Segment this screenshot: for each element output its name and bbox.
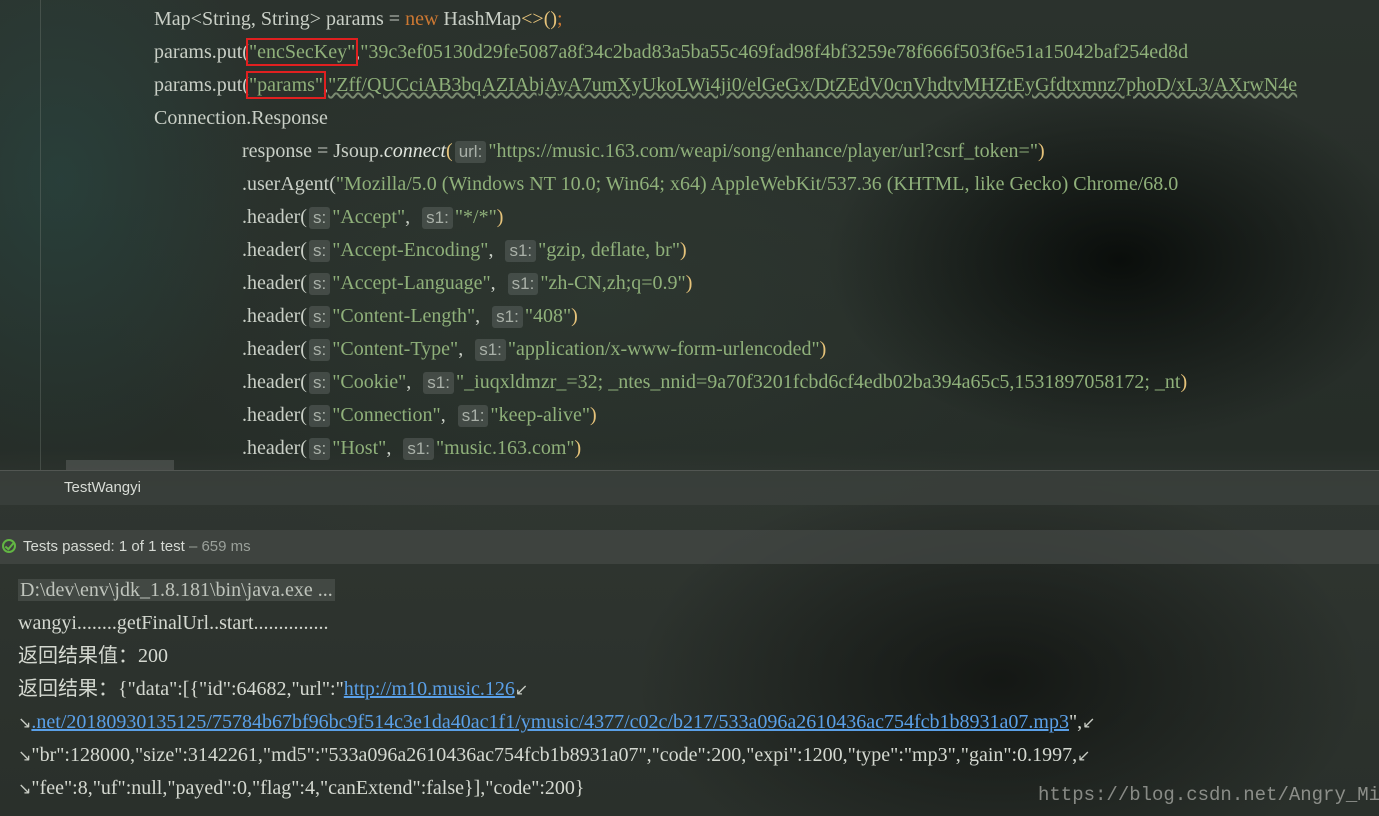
param-hint: s: (308, 372, 331, 394)
param-hint: s: (308, 405, 331, 427)
param-hint: s1: (422, 207, 453, 229)
tab-test-wangyi[interactable]: TestWangyi (64, 479, 141, 496)
result-url-link[interactable]: http://m10.music.126 (344, 678, 515, 700)
param-hint: s: (308, 438, 331, 460)
code-line-3: params.put("params","Zff/QUCciAB3bqAZIAb… (154, 71, 1298, 99)
soft-wrap-icon: ↙ (1077, 746, 1091, 765)
param-hint: s: (308, 339, 331, 361)
check-circle-icon (2, 539, 16, 553)
run-status-bar: Tests passed: 1 of 1 test – 659 ms (0, 530, 1379, 564)
header-call-line: .header(s: "Accept", s1: "*/*") (242, 206, 504, 229)
param-hint-url: url: (454, 141, 487, 163)
header-call-line: .header(s: "Host", s1: "music.163.com") (242, 437, 582, 460)
param-hint: s1: (507, 273, 539, 295)
soft-wrap-icon: ↘ (18, 746, 32, 765)
editor-tab-strip: TestWangyi (0, 470, 1379, 505)
gutter-divider (40, 0, 41, 470)
soft-wrap-icon: ↘ (18, 779, 32, 798)
param-hint: s1: (492, 306, 523, 328)
code-line-4: Connection.Response (154, 107, 328, 129)
header-call-line: .header(s: "Cookie", s1: "_iuqxldmzr_=32; … (242, 371, 1188, 394)
param-hint: s1: (423, 372, 454, 394)
soft-wrap-icon: ↙ (514, 680, 529, 699)
console-command-line: D:\dev\env\jdk_1.8.181\bin\java.exe ... (18, 579, 335, 601)
console-line: ↘"br":128000,"size":3142261,"md5":"533a0… (18, 744, 1091, 766)
param-hint: s: (308, 240, 331, 262)
code-line-5: response = Jsoup.connect(url: "https://mu… (242, 140, 1045, 163)
param-hint: s1: (475, 339, 506, 361)
console-output[interactable]: D:\dev\env\jdk_1.8.181\bin\java.exe ... … (0, 570, 1379, 816)
param-hint: s: (308, 273, 331, 295)
result-url-link-continued[interactable]: .net/20180930135125/75784b67bf96bc9f514c… (31, 711, 1069, 733)
header-call-line: .header(s: "Content-Type", s1: "applicatio… (242, 338, 827, 361)
param-hint: s: (308, 306, 331, 328)
header-call-line: .header(s: "Accept-Language", s1: "zh-CN,z… (242, 272, 693, 295)
console-line: 返回结果值：200 (18, 645, 168, 667)
console-line: wangyi........getFinalUrl..start........… (18, 612, 329, 634)
param-hint: s: (308, 207, 331, 229)
code-editor[interactable]: Map<String, String> params = new HashMap… (0, 0, 1379, 470)
console-line: ↘.net/20180930135125/75784b67bf96bc9f514… (18, 711, 1096, 733)
soft-wrap-icon: ↙ (1082, 713, 1096, 732)
code-line-6: .userAgent("Mozilla/5.0 (Windows NT 10.0… (242, 173, 1179, 195)
horizontal-scrollbar[interactable] (66, 460, 174, 470)
code-line-2: params.put("encSecKey","39c3ef05130d29fe… (154, 38, 1189, 66)
header-call-line: .header(s: "Content-Length", s1: "408") (242, 305, 578, 328)
params-highlight: "params" (245, 71, 327, 99)
console-line: ↘"fee":8,"uf":null,"payed":0,"flag":4,"c… (18, 777, 585, 799)
header-call-line: .header(s: "Accept-Encoding", s1: "gzip, d… (242, 239, 687, 262)
code-line-1: Map<String, String> params = new HashMap… (154, 8, 563, 30)
param-hint: s1: (505, 240, 537, 262)
test-status-text: Tests passed: 1 of 1 test – 659 ms (23, 538, 251, 555)
enc-sec-key-highlight: "encSecKey" (245, 38, 359, 66)
soft-wrap-icon: ↘ (18, 713, 32, 732)
header-call-line: .header(s: "Connection", s1: "keep-alive") (242, 404, 597, 427)
param-hint: s1: (403, 438, 434, 460)
watermark: https://blog.csdn.net/Angry_Mills (1038, 784, 1379, 806)
console-line: 返回结果：{"data":[{"id":64682,"url":"http://… (18, 678, 529, 700)
param-hint: s1: (457, 405, 489, 427)
